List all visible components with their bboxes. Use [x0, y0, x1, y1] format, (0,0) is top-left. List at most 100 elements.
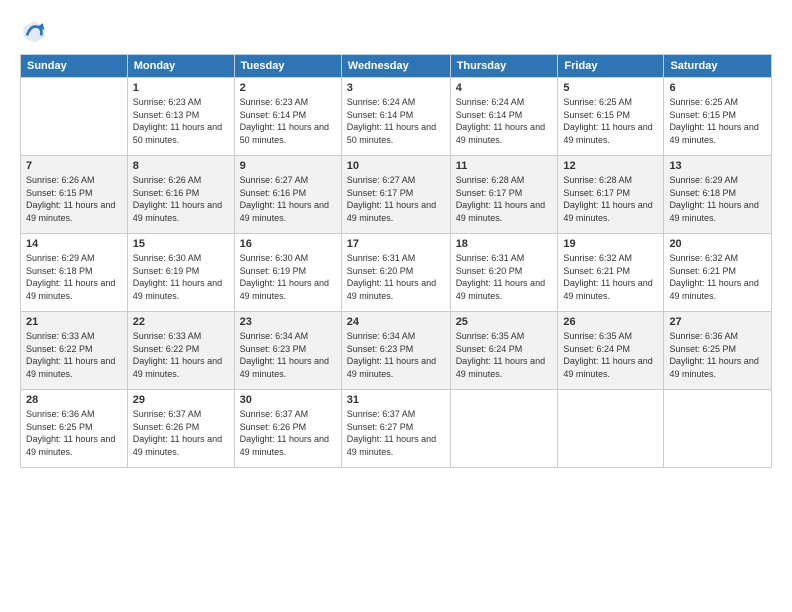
cell-info-text: Sunrise: 6:27 AM Sunset: 6:17 PM Dayligh… — [347, 174, 445, 224]
cell-info-text: Sunrise: 6:28 AM Sunset: 6:17 PM Dayligh… — [563, 174, 658, 224]
cell-date-number: 28 — [26, 394, 122, 406]
calendar-cell: 3 Sunrise: 6:24 AM Sunset: 6:14 PM Daylig… — [341, 78, 450, 156]
cell-info-text: Sunrise: 6:26 AM Sunset: 6:15 PM Dayligh… — [26, 174, 122, 224]
calendar-header-monday: Monday — [127, 55, 234, 78]
cell-date-number: 18 — [456, 238, 553, 250]
calendar-cell: 27Sunrise: 6:36 AM Sunset: 6:25 PM Dayli… — [664, 312, 772, 390]
cell-info-text: Sunrise: 6:36 AM Sunset: 6:25 PM Dayligh… — [26, 408, 122, 458]
cell-date-number: 16 — [240, 238, 336, 250]
calendar-cell: 8 Sunrise: 6:26 AM Sunset: 6:16 PM Daylig… — [127, 156, 234, 234]
cell-info-text: Sunrise: 6:35 AM Sunset: 6:24 PM Dayligh… — [456, 330, 553, 380]
calendar-header-thursday: Thursday — [450, 55, 558, 78]
cell-info-text: Sunrise: 6:30 AM Sunset: 6:19 PM Dayligh… — [133, 252, 229, 302]
cell-info-text: Sunrise: 6:25 AM Sunset: 6:15 PM Dayligh… — [669, 96, 766, 146]
calendar-cell: 12Sunrise: 6:28 AM Sunset: 6:17 PM Dayli… — [558, 156, 664, 234]
cell-date-number: 10 — [347, 160, 445, 172]
cell-info-text: Sunrise: 6:37 AM Sunset: 6:27 PM Dayligh… — [347, 408, 445, 458]
cell-info-text: Sunrise: 6:25 AM Sunset: 6:15 PM Dayligh… — [563, 96, 658, 146]
cell-info-text: Sunrise: 6:27 AM Sunset: 6:16 PM Dayligh… — [240, 174, 336, 224]
calendar-cell: 7 Sunrise: 6:26 AM Sunset: 6:15 PM Daylig… — [21, 156, 128, 234]
cell-info-text: Sunrise: 6:23 AM Sunset: 6:14 PM Dayligh… — [240, 96, 336, 146]
cell-date-number: 23 — [240, 316, 336, 328]
calendar-cell: 28 Sunrise: 6:36 AM Sunset: 6:25 PM Dayli… — [21, 390, 128, 468]
cell-date-number: 14 — [26, 238, 122, 250]
logo-icon — [20, 18, 48, 46]
cell-info-text: Sunrise: 6:29 AM Sunset: 6:18 PM Dayligh… — [669, 174, 766, 224]
cell-date-number: 26 — [563, 316, 658, 328]
cell-info-text: Sunrise: 6:35 AM Sunset: 6:24 PM Dayligh… — [563, 330, 658, 380]
cell-date-number: 31 — [347, 394, 445, 406]
calendar-cell: 22 Sunrise: 6:33 AM Sunset: 6:22 PM Dayli… — [127, 312, 234, 390]
cell-info-text: Sunrise: 6:26 AM Sunset: 6:16 PM Dayligh… — [133, 174, 229, 224]
cell-date-number: 17 — [347, 238, 445, 250]
calendar-cell: 30Sunrise: 6:37 AM Sunset: 6:26 PM Dayli… — [234, 390, 341, 468]
cell-date-number: 24 — [347, 316, 445, 328]
calendar-week-row: 21 Sunrise: 6:33 AM Sunset: 6:22 PM Dayli… — [21, 312, 772, 390]
calendar-header-row: SundayMondayTuesdayWednesdayThursdayFrid… — [21, 55, 772, 78]
cell-date-number: 20 — [669, 238, 766, 250]
calendar-cell: 18 Sunrise: 6:31 AM Sunset: 6:20 PM Dayli… — [450, 234, 558, 312]
calendar-cell: 13 Sunrise: 6:29 AM Sunset: 6:18 PM Dayli… — [664, 156, 772, 234]
calendar-cell: 16 Sunrise: 6:30 AM Sunset: 6:19 PM Dayli… — [234, 234, 341, 312]
calendar-cell — [558, 390, 664, 468]
cell-date-number: 4 — [456, 82, 553, 94]
cell-info-text: Sunrise: 6:34 AM Sunset: 6:23 PM Dayligh… — [240, 330, 336, 380]
cell-info-text: Sunrise: 6:24 AM Sunset: 6:14 PM Dayligh… — [456, 96, 553, 146]
cell-date-number: 30 — [240, 394, 336, 406]
calendar-week-row: 7 Sunrise: 6:26 AM Sunset: 6:15 PM Daylig… — [21, 156, 772, 234]
calendar-cell: 19 Sunrise: 6:32 AM Sunset: 6:21 PM Dayli… — [558, 234, 664, 312]
cell-info-text: Sunrise: 6:33 AM Sunset: 6:22 PM Dayligh… — [133, 330, 229, 380]
calendar-page: SundayMondayTuesdayWednesdayThursdayFrid… — [0, 0, 792, 612]
calendar-cell: 11Sunrise: 6:28 AM Sunset: 6:17 PM Dayli… — [450, 156, 558, 234]
calendar-header-wednesday: Wednesday — [341, 55, 450, 78]
calendar-cell: 5Sunrise: 6:25 AM Sunset: 6:15 PM Daylig… — [558, 78, 664, 156]
calendar-cell: 14Sunrise: 6:29 AM Sunset: 6:18 PM Dayli… — [21, 234, 128, 312]
calendar-cell: 20 Sunrise: 6:32 AM Sunset: 6:21 PM Dayli… — [664, 234, 772, 312]
cell-date-number: 13 — [669, 160, 766, 172]
cell-date-number: 8 — [133, 160, 229, 172]
cell-info-text: Sunrise: 6:32 AM Sunset: 6:21 PM Dayligh… — [669, 252, 766, 302]
calendar-cell: 2 Sunrise: 6:23 AM Sunset: 6:14 PM Daylig… — [234, 78, 341, 156]
cell-info-text: Sunrise: 6:28 AM Sunset: 6:17 PM Dayligh… — [456, 174, 553, 224]
cell-date-number: 25 — [456, 316, 553, 328]
calendar-header-friday: Friday — [558, 55, 664, 78]
calendar-cell: 6Sunrise: 6:25 AM Sunset: 6:15 PM Daylig… — [664, 78, 772, 156]
calendar-week-row: 28 Sunrise: 6:36 AM Sunset: 6:25 PM Dayli… — [21, 390, 772, 468]
cell-date-number: 9 — [240, 160, 336, 172]
calendar-cell: 25 Sunrise: 6:35 AM Sunset: 6:24 PM Dayli… — [450, 312, 558, 390]
calendar-week-row: 14Sunrise: 6:29 AM Sunset: 6:18 PM Dayli… — [21, 234, 772, 312]
cell-info-text: Sunrise: 6:33 AM Sunset: 6:22 PM Dayligh… — [26, 330, 122, 380]
calendar-header-sunday: Sunday — [21, 55, 128, 78]
calendar-cell: 29Sunrise: 6:37 AM Sunset: 6:26 PM Dayli… — [127, 390, 234, 468]
logo — [20, 18, 52, 46]
calendar-header-saturday: Saturday — [664, 55, 772, 78]
calendar-cell — [450, 390, 558, 468]
cell-date-number: 21 — [26, 316, 122, 328]
cell-date-number: 7 — [26, 160, 122, 172]
calendar-cell: 17Sunrise: 6:31 AM Sunset: 6:20 PM Dayli… — [341, 234, 450, 312]
calendar-cell: 15 Sunrise: 6:30 AM Sunset: 6:19 PM Dayli… — [127, 234, 234, 312]
cell-date-number: 3 — [347, 82, 445, 94]
cell-date-number: 19 — [563, 238, 658, 250]
cell-info-text: Sunrise: 6:37 AM Sunset: 6:26 PM Dayligh… — [133, 408, 229, 458]
page-header — [20, 18, 772, 46]
cell-info-text: Sunrise: 6:23 AM Sunset: 6:13 PM Dayligh… — [133, 96, 229, 146]
calendar-cell: 24 Sunrise: 6:34 AM Sunset: 6:23 PM Dayli… — [341, 312, 450, 390]
cell-date-number: 15 — [133, 238, 229, 250]
cell-info-text: Sunrise: 6:36 AM Sunset: 6:25 PM Dayligh… — [669, 330, 766, 380]
calendar-header-tuesday: Tuesday — [234, 55, 341, 78]
cell-info-text: Sunrise: 6:30 AM Sunset: 6:19 PM Dayligh… — [240, 252, 336, 302]
cell-date-number: 22 — [133, 316, 229, 328]
cell-info-text: Sunrise: 6:34 AM Sunset: 6:23 PM Dayligh… — [347, 330, 445, 380]
calendar-cell: 1Sunrise: 6:23 AM Sunset: 6:13 PM Daylig… — [127, 78, 234, 156]
cell-date-number: 2 — [240, 82, 336, 94]
cell-info-text: Sunrise: 6:32 AM Sunset: 6:21 PM Dayligh… — [563, 252, 658, 302]
calendar-cell — [664, 390, 772, 468]
cell-info-text: Sunrise: 6:31 AM Sunset: 6:20 PM Dayligh… — [456, 252, 553, 302]
calendar-week-row: 1Sunrise: 6:23 AM Sunset: 6:13 PM Daylig… — [21, 78, 772, 156]
calendar-cell: 10 Sunrise: 6:27 AM Sunset: 6:17 PM Dayli… — [341, 156, 450, 234]
calendar-cell — [21, 78, 128, 156]
calendar-cell: 23 Sunrise: 6:34 AM Sunset: 6:23 PM Dayli… — [234, 312, 341, 390]
calendar-cell: 26 Sunrise: 6:35 AM Sunset: 6:24 PM Dayli… — [558, 312, 664, 390]
cell-info-text: Sunrise: 6:24 AM Sunset: 6:14 PM Dayligh… — [347, 96, 445, 146]
